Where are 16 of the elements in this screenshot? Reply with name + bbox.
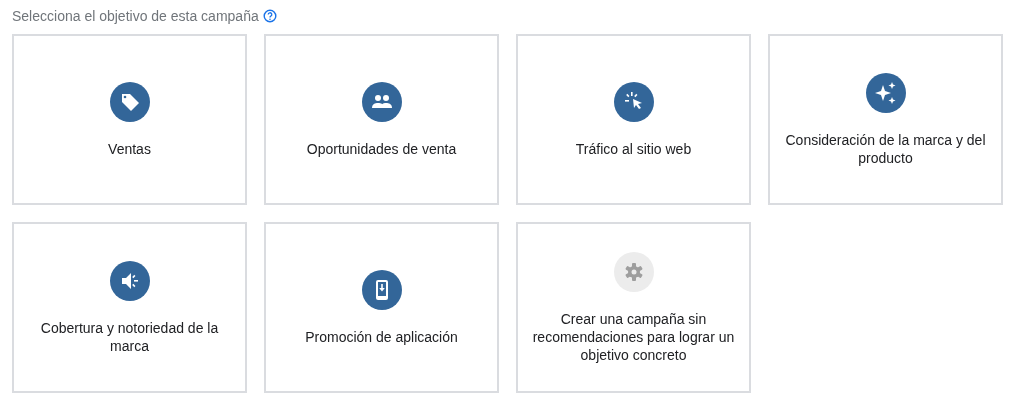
section-heading: Selecciona el objetivo de esta campaña bbox=[12, 8, 259, 24]
objective-label: Tráfico al sitio web bbox=[575, 139, 692, 158]
objective-label: Consideración de la marca y del producto bbox=[784, 130, 987, 167]
objective-label: Oportunidades de venta bbox=[306, 139, 457, 158]
objective-card[interactable]: Tráfico al sitio web bbox=[516, 34, 751, 205]
objective-card[interactable]: Ventas bbox=[12, 34, 247, 205]
objective-label: Promoción de aplicación bbox=[305, 327, 458, 346]
objective-card[interactable]: Crear una campaña sin recomendaciones para lograr un objetivo concreto bbox=[516, 222, 751, 393]
objective-label: Cobertura y notoriedad de la marca bbox=[39, 318, 220, 355]
objective-card[interactable]: Promoción de aplicación bbox=[264, 222, 499, 393]
help-icon[interactable] bbox=[262, 9, 277, 23]
objective-label: Crear una campaña sin recomendaciones para lograr un objetivo concreto bbox=[531, 309, 736, 364]
objective-label: Ventas bbox=[108, 139, 151, 158]
objective-card[interactable]: Cobertura y notoriedad de la marca bbox=[12, 222, 247, 393]
objective-card[interactable]: Oportunidades de venta bbox=[264, 34, 499, 205]
objective-card[interactable]: Consideración de la marca y del producto bbox=[768, 34, 1003, 205]
